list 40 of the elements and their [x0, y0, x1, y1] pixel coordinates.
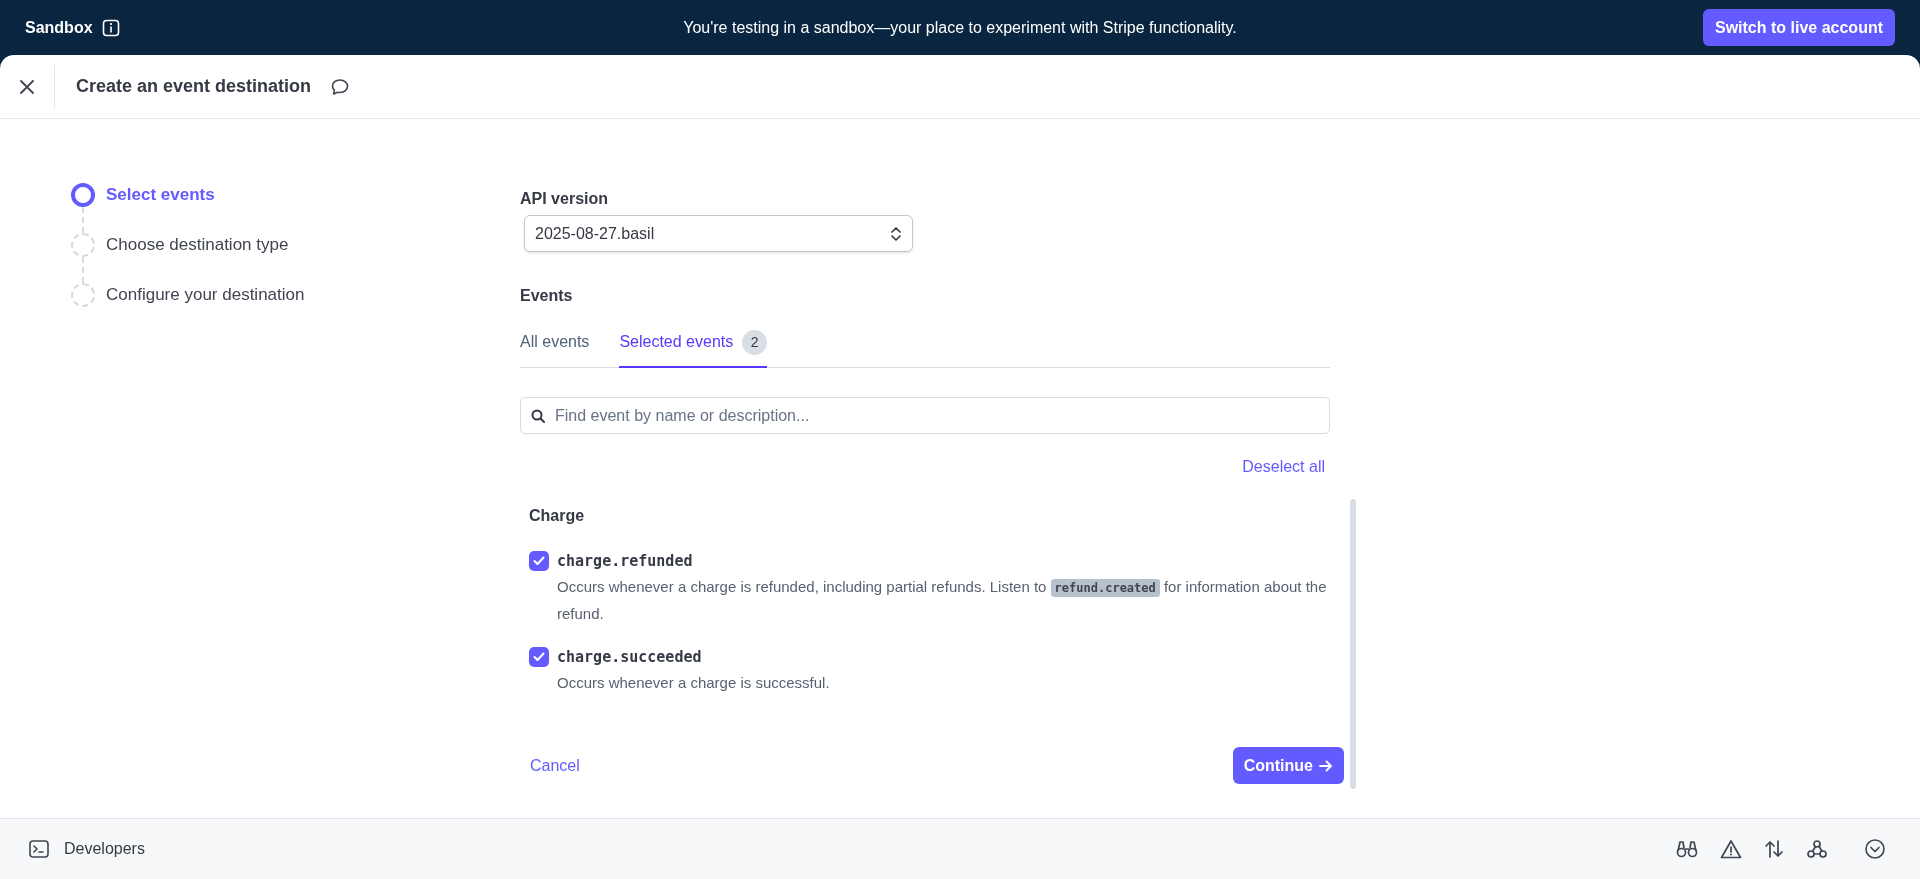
event-checkbox[interactable]: [529, 647, 549, 667]
terminal-icon[interactable]: [29, 840, 49, 858]
scrollbar-thumb[interactable]: [1350, 499, 1356, 789]
close-icon: [20, 79, 34, 94]
chevron-updown-icon: [890, 225, 902, 242]
field-label: API version: [520, 189, 610, 209]
step-item[interactable]: Configure your destination: [71, 283, 520, 307]
comment-icon[interactable]: [330, 76, 351, 97]
event-checkbox[interactable]: [529, 551, 549, 571]
webhook-icon[interactable]: [1806, 839, 1828, 859]
page-title: Create an event destination: [76, 75, 312, 98]
binoculars-icon[interactable]: [1676, 839, 1698, 859]
tab[interactable]: All events: [520, 318, 590, 368]
info-icon[interactable]: [101, 18, 120, 37]
continue-button[interactable]: Continue: [1232, 747, 1344, 784]
event-description: Occurs whenever a charge is successful.: [557, 673, 831, 693]
count-badge: 2: [742, 329, 768, 355]
event-name: charge.refunded: [557, 551, 694, 572]
sandbox-message: You're testing in a sandbox—your place to experiment with Stripe functionality.: [683, 17, 1237, 38]
sandbox-label: Sandbox: [25, 17, 93, 38]
search-icon: [531, 409, 545, 423]
event-name: charge.succeeded: [557, 647, 703, 668]
arrow-right-icon: [1319, 759, 1333, 772]
section-label: Events: [520, 286, 574, 306]
chevron-circle-icon[interactable]: [1864, 838, 1886, 860]
arrows-updown-icon[interactable]: [1764, 839, 1784, 859]
event-description: Occurs whenever a charge is refunded, including partial refunds. Listen to refund.created for information about the refund.: [557, 577, 1328, 624]
deselect-all-link[interactable]: Deselect all: [1242, 455, 1325, 479]
warning-icon[interactable]: [1720, 839, 1742, 859]
developers-label[interactable]: Developers: [64, 837, 145, 861]
cancel-button[interactable]: Cancel: [530, 753, 580, 778]
api-version-select[interactable]: 2025-08-27.basil: [524, 215, 913, 252]
group-title: Charge: [529, 506, 586, 526]
step-item[interactable]: Choose destination type: [71, 233, 520, 257]
search-field[interactable]: Find event by name or description...: [520, 397, 1330, 434]
check-icon: [533, 556, 545, 566]
switch-live-button[interactable]: Switch to live account: [1702, 9, 1895, 46]
check-icon: [533, 652, 545, 662]
tab[interactable]: Selected events 2: [619, 318, 768, 368]
step-item[interactable]: Select events: [71, 183, 520, 207]
